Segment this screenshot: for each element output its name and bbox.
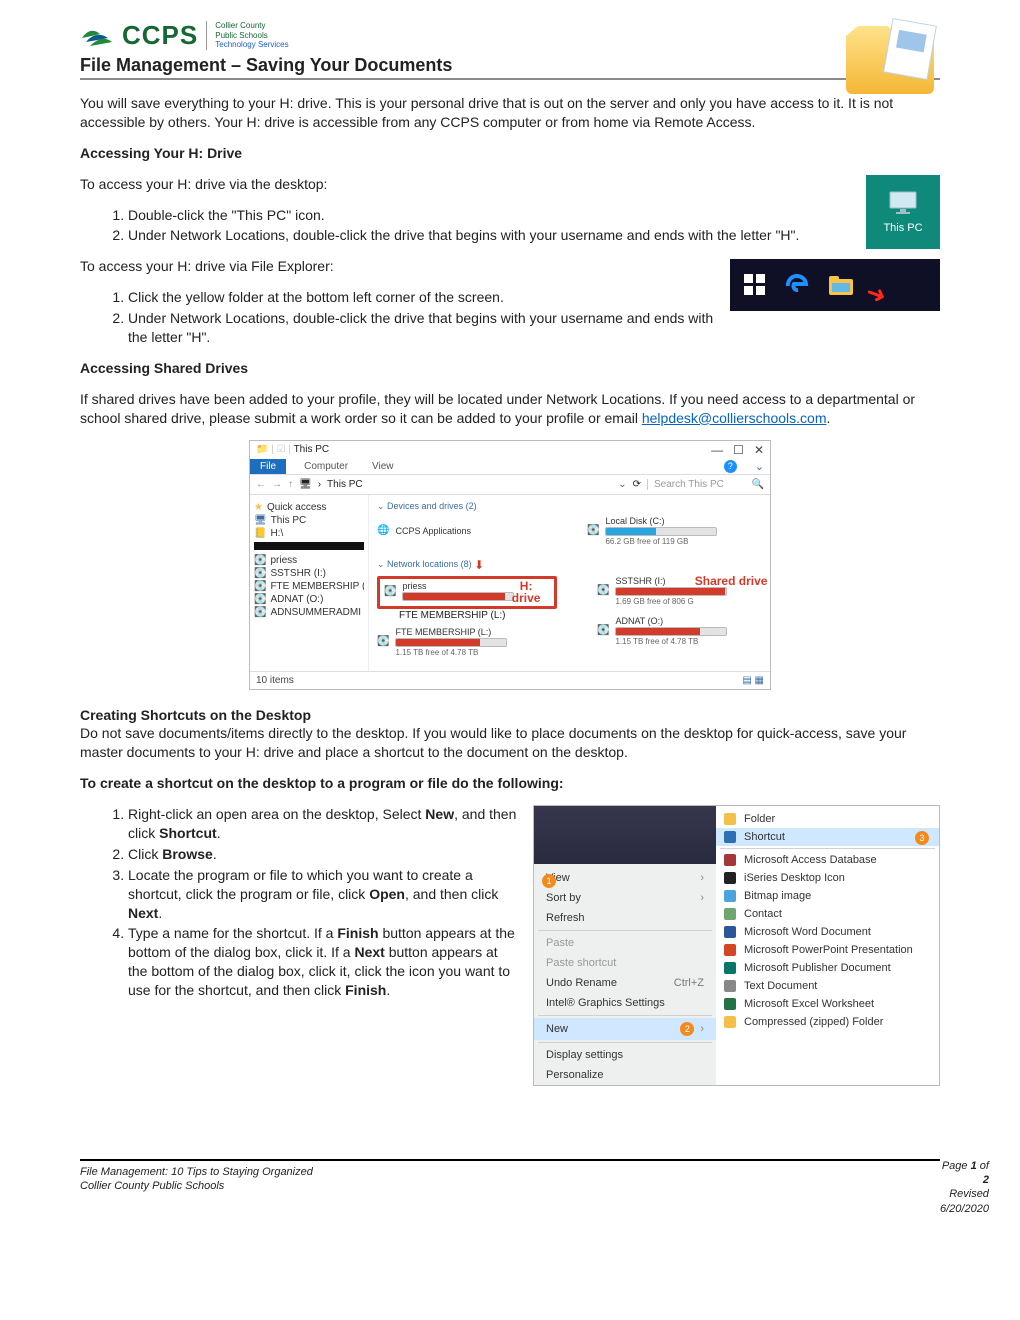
monitor-icon [888,190,918,216]
list-item: Click Browse. [128,845,520,864]
new-submenu-item[interactable]: Microsoft PowerPoint Presentation [716,941,939,959]
context-menu-item[interactable]: View› [534,868,716,888]
drive-sstshr-i[interactable]: 💽 SSTSHR (I:) 1.69 GB free of 806 G Shar… [597,576,767,606]
org-sub: Collier County Public Schools Technology… [206,21,288,50]
group-devices: ⌄ Devices and drives (2) [377,501,787,512]
new-submenu-item[interactable]: Microsoft Word Document [716,923,939,941]
nav-quick-access[interactable]: ★Quick access [254,501,364,514]
shared-annotation: Shared drive [695,574,768,588]
nav-back-icon[interactable]: ← [256,479,266,490]
nav-item[interactable]: 💽FTE MEMBERSHIP (L [254,580,364,593]
drive-priess-h[interactable]: 💽 priess H: drive [384,581,554,602]
new-submenu-item[interactable]: Microsoft Access Database [716,851,939,869]
context-menu-item[interactable]: Refresh [534,908,716,928]
nav-fwd-icon[interactable]: → [272,479,282,490]
tab-computer[interactable]: Computer [298,459,354,474]
file-explorer-icon [828,273,854,297]
red-arrow-icon: ➜ [862,277,891,311]
this-pc-tile: This PC [866,175,940,249]
windows-start-icon [744,274,766,296]
this-pc-label: This PC [883,222,922,234]
breadcrumb[interactable]: This PC [327,479,363,490]
drive-fte-l[interactable]: 💽 FTE MEMBERSHIP (L:) 1.15 TB free of 4.… [377,627,547,657]
explorer-app-icon: 📁 [256,444,268,455]
context-menu-item[interactable]: New2› [534,1018,716,1040]
shared-drives-body: If shared drives have been added to your… [80,390,940,428]
new-submenu-item[interactable]: Shortcut3 [716,828,939,846]
chevron-down-icon[interactable]: ⌄ [755,460,764,473]
nav-redaction [254,542,364,550]
new-submenu-item[interactable]: iSeries Desktop Icon [716,869,939,887]
group-network: ⌄ Network locations (8) ⬇ [377,558,787,572]
explorer-window-title: This PC [294,444,330,455]
list-item: Locate the program or file to which you … [128,866,520,923]
footer: File Management: 10 Tips to Staying Orga… [80,1159,940,1216]
search-input[interactable]: Search This PC [654,479,724,490]
drive-local-c[interactable]: 💽 Local Disk (C:) 66.2 GB free of 119 GB [587,516,757,546]
list-item: Under Network Locations, double-click th… [128,226,940,245]
drive-h-highlight: 💽 priess H: drive [377,576,557,609]
h-annotation: drive [512,591,541,605]
context-menu-item[interactable]: Display settings [534,1045,716,1065]
monitor-icon: 🖥 [299,479,312,490]
heading-shared-drives: Accessing Shared Drives [80,359,940,378]
new-submenu-item[interactable]: Folder [716,810,939,828]
folder-hero-icon [840,12,940,104]
drive-ccps-apps[interactable]: 🌐 CCPS Applications [377,516,547,546]
status-item-count: 10 items [256,675,294,686]
nav-item[interactable]: 💽SSTSHR (I:) [254,567,364,580]
doc-title: File Management – Saving Your Documents [80,55,940,76]
help-icon[interactable]: ? [724,460,737,473]
close-icon[interactable]: ✕ [754,443,764,457]
explorer-screenshot: 📁 | ☑ | This PC — ☐ ✕ File Computer View… [249,440,771,690]
new-submenu-item[interactable]: Microsoft Excel Worksheet [716,995,939,1013]
tab-view[interactable]: View [366,459,400,474]
intro-paragraph: You will save everything to your H: driv… [80,94,940,132]
search-icon[interactable]: 🔍 [752,479,764,490]
list-item: Under Network Locations, double-click th… [128,309,940,347]
context-menu-item[interactable]: Paste shortcut [534,953,716,973]
shortcut-steps: Right-click an open area on the desktop,… [108,805,520,1000]
new-submenu-item[interactable]: Bitmap image [716,887,939,905]
drive-adnat-o[interactable]: 💽 ADNAT (O:) 1.15 TB free of 4.78 TB [597,616,767,646]
helpdesk-link[interactable]: helpdesk@collierschools.com [642,410,827,426]
nav-item[interactable]: 💽ADNSUMMERADMI [254,606,364,619]
subheading-create-shortcut: To create a shortcut on the desktop to a… [80,774,940,793]
new-submenu-item[interactable]: Microsoft Publisher Document [716,959,939,977]
via-desktop-steps: Double-click the "This PC" icon. Under N… [108,206,940,246]
new-submenu-item[interactable]: Text Document [716,977,939,995]
list-item: Right-click an open area on the desktop,… [128,805,520,843]
title-rule [80,78,940,80]
heading-shortcuts: Creating Shortcuts on the DesktopDo not … [80,706,940,763]
nav-item[interactable]: 💽priess [254,554,364,567]
refresh-icon[interactable]: ⟳ [633,479,641,490]
nav-h-drive[interactable]: 📒H:\ [254,527,364,540]
new-submenu-item[interactable]: Contact [716,905,939,923]
list-item: Double-click the "This PC" icon. [128,206,940,225]
context-menu-item[interactable]: Paste [534,933,716,953]
context-menu-item[interactable]: Personalize [534,1065,716,1085]
context-menu-item[interactable]: Sort by› [534,888,716,908]
maximize-icon[interactable]: ☐ [733,443,744,457]
tab-file[interactable]: File [250,459,286,474]
org-logo: CCPS Collier County Public Schools Techn… [80,20,940,51]
context-menu-screenshot: 1 View›Sort by›RefreshPastePaste shortcu… [533,805,940,1086]
edge-icon [784,272,810,298]
drive-sub: FTE MEMBERSHIP (L:) [399,610,557,621]
nav-up-icon[interactable]: ↑ [288,479,293,490]
via-desktop-intro: To access your H: drive via the desktop: [80,175,940,194]
nav-this-pc[interactable]: 🖥This PC [254,514,364,527]
new-submenu-item[interactable]: Compressed (zipped) Folder [716,1013,939,1031]
heading-access-h: Accessing Your H: Drive [80,144,940,163]
explorer-nav-pane: ★Quick access 🖥This PC 📒H:\ 💽priess 💽SST… [250,495,369,671]
leaf-icon [80,24,114,48]
list-item: Type a name for the shortcut. If a Finis… [128,924,520,1000]
org-abbrev: CCPS [122,20,198,51]
context-menu-item[interactable]: Undo RenameCtrl+Z [534,973,716,993]
minimize-icon[interactable]: — [711,443,723,457]
context-menu-item[interactable]: Intel® Graphics Settings [534,993,716,1013]
view-switcher[interactable]: ▤ ▦ [742,675,764,686]
nav-item[interactable]: 💽ADNAT (O:) [254,593,364,606]
taskbar-image: ➜ [730,259,940,311]
